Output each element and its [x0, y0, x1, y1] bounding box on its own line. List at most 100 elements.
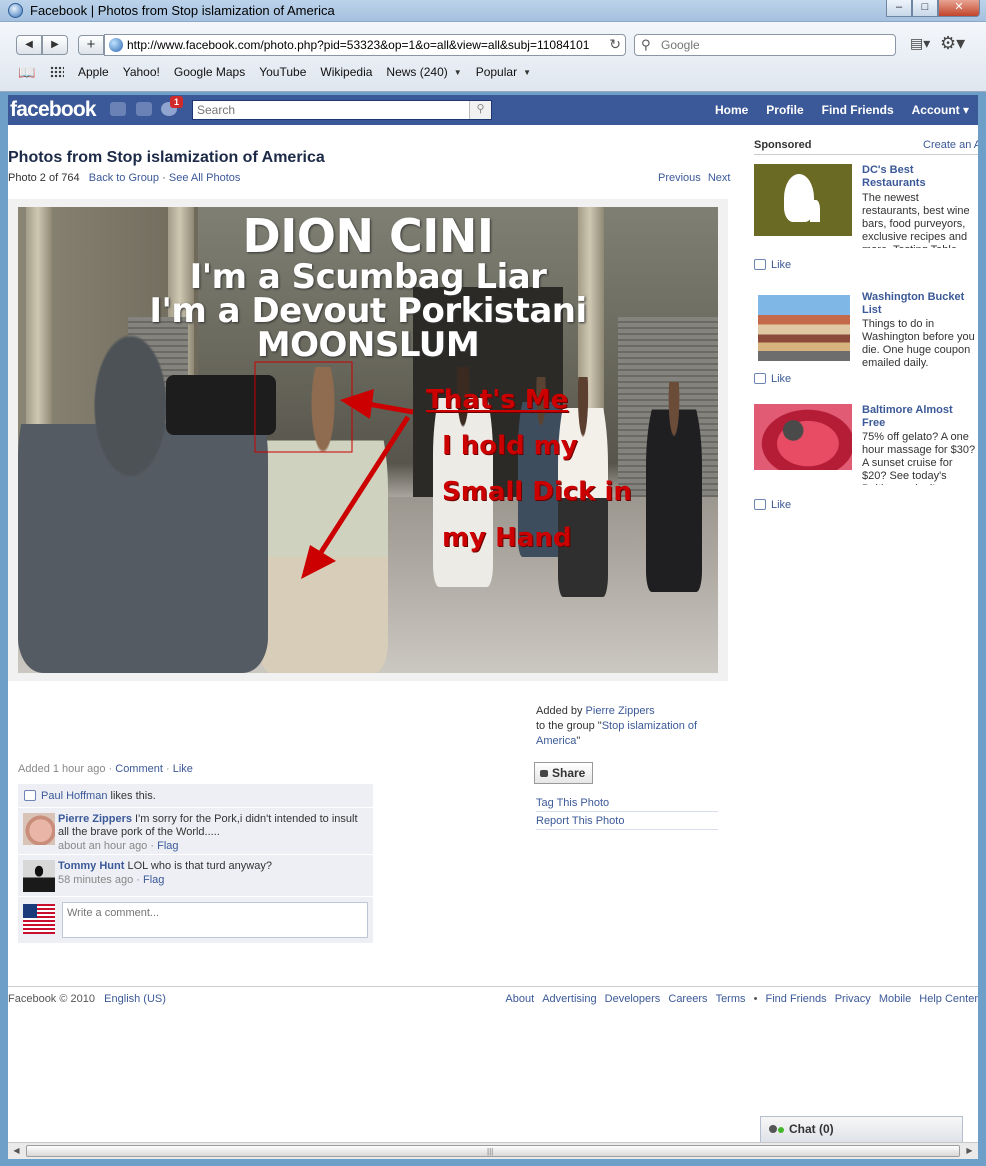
copyright: Facebook © 2010: [8, 993, 95, 1005]
bookmark-youtube[interactable]: YouTube: [259, 65, 306, 79]
facebook-search-box[interactable]: ⚲: [192, 100, 492, 120]
bookmark-apple[interactable]: Apple: [78, 65, 109, 79]
gear-icon[interactable]: ⚙▾: [940, 33, 965, 54]
back-button[interactable]: ◀: [16, 35, 42, 55]
footer-link-mobile[interactable]: Mobile: [879, 993, 911, 1005]
ad-like-row: Like: [754, 373, 791, 386]
ad-title-link[interactable]: Washington Bucket List: [862, 291, 978, 317]
previous-photo-link[interactable]: Previous: [658, 172, 701, 184]
browser-search-bar[interactable]: ⚲: [634, 34, 896, 56]
ad-title-link[interactable]: Baltimore Almost Free: [862, 404, 978, 430]
share-button[interactable]: Share: [534, 762, 593, 784]
footer-link-terms[interactable]: Terms: [716, 993, 746, 1005]
bookmark-news[interactable]: News (240): [386, 65, 447, 79]
close-button[interactable]: ✕: [938, 0, 980, 17]
address-bar[interactable]: ↻: [104, 34, 626, 56]
flag-link[interactable]: Flag: [157, 840, 178, 852]
back-to-group-link[interactable]: Back to Group: [89, 172, 159, 184]
arrow-head: [340, 389, 374, 419]
next-photo-link[interactable]: Next: [708, 172, 731, 184]
reload-icon[interactable]: ↻: [609, 36, 621, 53]
minimize-button[interactable]: –: [886, 0, 912, 17]
thumbs-up-icon: [754, 373, 766, 384]
see-all-photos-link[interactable]: See All Photos: [169, 172, 241, 184]
like-link[interactable]: Like: [173, 763, 193, 775]
footer-link-advertising[interactable]: Advertising: [542, 993, 596, 1005]
nav-find-friends[interactable]: Find Friends: [813, 95, 903, 125]
comment-meta: about an hour ago · Flag: [58, 840, 179, 852]
scroll-grip-icon: |||: [487, 1147, 494, 1156]
add-bookmark-button[interactable]: +: [78, 35, 104, 55]
messages-icon[interactable]: [136, 102, 152, 116]
nav-account[interactable]: Account ▾: [903, 95, 978, 125]
chevron-down-icon[interactable]: ▼: [523, 68, 531, 77]
bookmark-wikipedia[interactable]: Wikipedia: [320, 65, 372, 79]
chevron-down-icon[interactable]: ▼: [454, 68, 462, 77]
group-prefix: to the group ": [536, 720, 602, 732]
footer-link-find-friends[interactable]: Find Friends: [766, 993, 827, 1005]
tag-photo-link[interactable]: Tag This Photo: [536, 797, 609, 809]
added-time: Added 1 hour ago: [18, 763, 106, 775]
footer-link-developers[interactable]: Developers: [605, 993, 661, 1005]
ad-like-link[interactable]: Like: [771, 259, 791, 271]
ad-title-link[interactable]: DC's Best Restaurants: [862, 164, 978, 190]
ad-body-text: 75% off gelato? A one hour massage for $…: [862, 431, 976, 485]
browser-app-icon: [8, 3, 23, 18]
sponsored-heading: Sponsored: [754, 139, 812, 151]
flag-link[interactable]: Flag: [143, 874, 164, 886]
scrollbar-thumb[interactable]: |||: [26, 1145, 960, 1157]
ad-image[interactable]: [754, 164, 852, 236]
avatar[interactable]: [23, 860, 55, 892]
ad-body: The newest restaurants, best wine bars, …: [862, 192, 978, 248]
url-input[interactable]: [127, 37, 609, 53]
arrow-head: [301, 545, 336, 579]
arrow-line: [315, 415, 411, 559]
window-title: Facebook | Photos from Stop islamization…: [30, 3, 335, 18]
horizontal-scrollbar[interactable]: ◀ ||| ▶: [8, 1142, 978, 1159]
nav-profile[interactable]: Profile: [757, 95, 812, 125]
footer-link-about[interactable]: About: [505, 993, 534, 1005]
footer-link-privacy[interactable]: Privacy: [835, 993, 871, 1005]
page-title: Photos from Stop islamization of America: [8, 149, 325, 166]
facebook-search-input[interactable]: [193, 101, 463, 119]
ad-like-row: Like: [754, 259, 791, 272]
chat-bar[interactable]: Chat (0): [760, 1116, 963, 1142]
scroll-left-icon[interactable]: ◀: [8, 1143, 25, 1159]
facebook-logo[interactable]: facebook: [10, 98, 97, 122]
bookmark-popular[interactable]: Popular: [476, 65, 517, 79]
added-by-user-link[interactable]: Pierre Zippers: [586, 705, 655, 717]
scroll-right-icon[interactable]: ▶: [961, 1143, 978, 1159]
forward-button[interactable]: ▶: [42, 35, 68, 55]
footer-link-help-center[interactable]: Help Center: [919, 993, 978, 1005]
comment-link[interactable]: Comment: [115, 763, 163, 775]
language-link[interactable]: English (US): [104, 993, 166, 1005]
search-icon[interactable]: ⚲: [469, 101, 491, 119]
ad-like-row: Like: [754, 499, 791, 512]
open-book-icon[interactable]: 📖: [18, 64, 35, 81]
browser-search-input[interactable]: [661, 37, 891, 53]
footer-link-careers[interactable]: Careers: [668, 993, 707, 1005]
ad-item: DC's Best Restaurants The newest restaur…: [754, 164, 978, 274]
friend-requests-icon[interactable]: [110, 102, 126, 116]
liker-link[interactable]: Paul Hoffman: [41, 790, 107, 802]
ad-image[interactable]: [754, 404, 852, 470]
write-comment-input[interactable]: [62, 902, 368, 938]
comment-time: 58 minutes ago: [58, 874, 134, 886]
comment-author-link[interactable]: Tommy Hunt: [58, 860, 124, 872]
top-sites-grid-icon[interactable]: [50, 66, 64, 78]
main-photo[interactable]: DION CINI I'm a Scumbag Liar I'm a Devou…: [18, 207, 718, 673]
avatar[interactable]: [23, 813, 55, 845]
page-menu-icon[interactable]: ▤▾: [910, 35, 930, 52]
nav-home[interactable]: Home: [706, 95, 757, 125]
bookmark-google-maps[interactable]: Google Maps: [174, 65, 245, 79]
create-ad-link[interactable]: Create an Ad: [923, 139, 978, 151]
ad-image[interactable]: [758, 295, 850, 361]
report-photo-row: Report This Photo: [536, 813, 718, 830]
report-photo-link[interactable]: Report This Photo: [536, 815, 624, 827]
bookmark-yahoo[interactable]: Yahoo!: [123, 65, 160, 79]
comment-author-link[interactable]: Pierre Zippers: [58, 813, 132, 825]
ad-like-link[interactable]: Like: [771, 499, 791, 511]
sponsored-sidebar: Sponsored Create an Ad DC's Best Restaur…: [754, 139, 978, 511]
maximize-button[interactable]: □: [912, 0, 938, 17]
ad-like-link[interactable]: Like: [771, 373, 791, 385]
